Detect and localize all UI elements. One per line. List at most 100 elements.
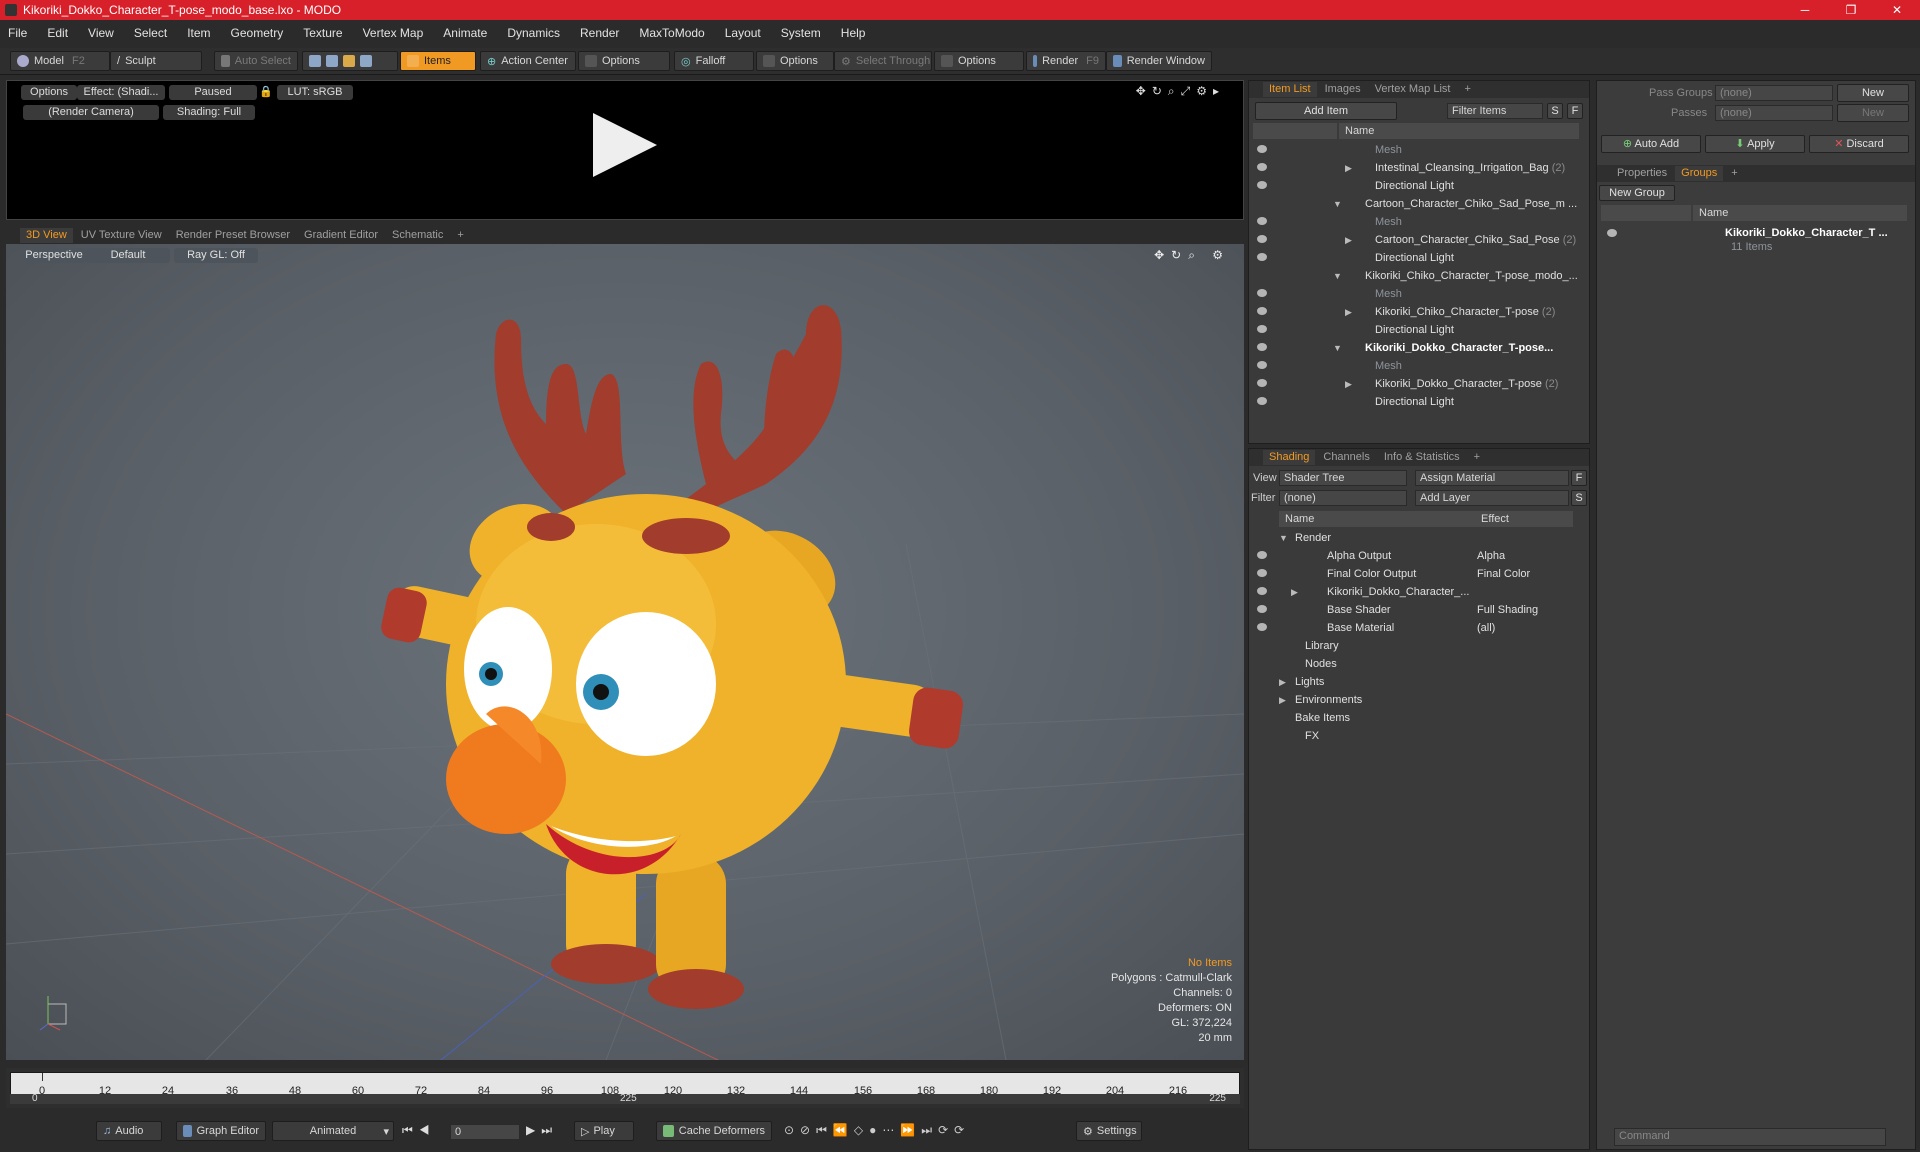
list-item[interactable]: Directional Light [1249,177,1589,195]
menu-render[interactable]: Render [580,26,619,40]
list-item-selected[interactable]: ▼ Kikoriki_Dokko_Character_T-pose... [1249,339,1589,357]
shader-effect-column-header[interactable]: Effect [1475,511,1573,527]
eye-icon[interactable] [1257,397,1267,405]
eye-icon[interactable] [1257,551,1267,559]
eye-icon[interactable] [1257,379,1267,387]
camera-dropdown[interactable]: (Render Camera) [23,105,159,120]
add-tab-button[interactable]: + [1725,166,1743,181]
render-window-button[interactable]: Render Window [1106,51,1212,71]
shader-item[interactable]: ▶ Lights [1249,673,1589,691]
list-item[interactable]: Mesh [1249,213,1589,231]
tab-properties[interactable]: Properties [1611,166,1673,181]
frame-step-buttons[interactable]: ⏮◀ [402,1123,436,1138]
list-item[interactable]: ▼ Kikoriki_Chiko_Character_T-pose_modo_..… [1249,267,1589,285]
apply-button[interactable]: ⬇ Apply [1705,135,1805,153]
tab-groups[interactable]: Groups [1675,166,1724,181]
animated-dropdown[interactable]: Animated ▾ [272,1121,394,1141]
tab-channels[interactable]: Channels [1317,450,1375,465]
viewport-nav-icons[interactable]: ✥↻⌕ ⚙ [1154,248,1230,263]
filter-items-input[interactable]: Filter Items [1447,103,1543,119]
auto-add-button[interactable]: ⊕ Auto Add [1601,135,1701,153]
list-item[interactable]: ▶ Kikoriki_Dokko_Character_T-pose (2) [1249,375,1589,393]
3d-viewport[interactable]: Perspective Default Ray GL: Off ✥↻⌕ ⚙ No… [6,244,1244,1060]
shader-name-column-header[interactable]: Name [1279,511,1475,527]
passes-dropdown[interactable]: (none) [1715,105,1833,121]
vertex-mode-icon[interactable] [309,55,321,67]
list-item[interactable]: Mesh [1249,357,1589,375]
effect-dropdown[interactable]: Effect: (Shadi... [77,85,165,100]
tab-info-statistics[interactable]: Info & Statistics [1378,450,1466,465]
toggle-f[interactable]: F [1571,470,1587,486]
menu-geometry[interactable]: Geometry [231,26,284,40]
tab-3d-view[interactable]: 3D View [20,227,73,243]
eye-icon[interactable] [1257,307,1267,315]
items-mode-button[interactable]: Items [400,51,476,71]
close-icon[interactable]: ✕ [1874,0,1920,20]
edge-mode-icon[interactable] [326,55,338,67]
command-input[interactable]: Command [1614,1128,1886,1146]
shading-dropdown[interactable]: Shading: Full [163,105,255,120]
filter-toggle-f[interactable]: F [1567,103,1583,119]
minimize-icon[interactable]: ─ [1782,0,1828,20]
auto-select-button[interactable]: Auto Select [214,51,298,71]
group-row[interactable]: Kikoriki_Dokko_Character_T ... 11 Items [1597,225,1915,261]
new-group-button[interactable]: New Group [1599,185,1675,201]
toggle-s[interactable]: S [1571,490,1587,506]
shader-item[interactable]: ▼ Render [1249,529,1589,547]
perspective-dropdown[interactable]: Perspective [22,248,86,263]
list-item[interactable]: Directional Light [1249,249,1589,267]
add-layer-dropdown[interactable]: Add Layer [1415,490,1569,506]
eye-icon[interactable] [1257,325,1267,333]
preview-options-button[interactable]: Options [21,85,77,100]
tab-shading[interactable]: Shading [1263,450,1316,465]
shader-item[interactable]: ▶ Kikoriki_Dokko_Character_... [1249,583,1589,601]
list-item[interactable]: ▶ Intestinal_Cleansing_Irrigation_Bag (2) [1249,159,1589,177]
action-center-button[interactable]: ⊕ Action Center [480,51,576,71]
audio-button[interactable]: ♫ Audio [96,1121,162,1141]
discard-button[interactable]: ✕ Discard [1809,135,1909,153]
play-button[interactable]: ▷ Play [574,1121,634,1141]
menu-system[interactable]: System [781,26,821,40]
settings-button[interactable]: ⚙ Settings [1076,1121,1142,1141]
eye-icon[interactable] [1257,163,1267,171]
shader-item[interactable]: Library [1249,637,1589,655]
new-pass-button[interactable]: New [1837,104,1909,122]
shader-item[interactable]: Base Shader Full Shading [1249,601,1589,619]
menu-layout[interactable]: Layout [725,26,761,40]
list-item[interactable]: Directional Light [1249,393,1589,411]
group-name-column-header[interactable]: Name [1693,205,1907,221]
list-item[interactable]: ▶ Kikoriki_Chiko_Character_T-pose (2) [1249,303,1589,321]
falloff-button[interactable]: ◎ Falloff [674,51,754,71]
action-center-options-button[interactable]: Options [578,51,670,71]
menu-texture[interactable]: Texture [303,26,342,40]
preview-nav-icons[interactable]: ✥↻⌕⤢⚙▸ [1136,84,1225,99]
shader-item[interactable]: Final Color Output Final Color [1249,565,1589,583]
menu-item[interactable]: Item [187,26,210,40]
select-through-options-button[interactable]: Options [934,51,1024,71]
filter-dropdown[interactable]: (none) [1279,490,1407,506]
cache-deformers-button[interactable]: Cache Deformers [656,1121,772,1141]
model-button[interactable]: Model F2 [10,51,110,71]
eye-icon[interactable] [1607,229,1617,237]
shader-item[interactable]: Base Material (all) [1249,619,1589,637]
tab-schematic[interactable]: Schematic [386,228,449,243]
eye-icon[interactable] [1257,587,1267,595]
tab-render-preset-browser[interactable]: Render Preset Browser [170,228,296,243]
tab-uv-texture-view[interactable]: UV Texture View [75,228,168,243]
play-render-icon[interactable] [593,113,657,177]
list-item[interactable]: ▼ Cartoon_Character_Chiko_Sad_Pose_m ... [1249,195,1589,213]
list-item[interactable]: Mesh [1249,285,1589,303]
eye-icon[interactable] [1257,605,1267,613]
menu-vertex-map[interactable]: Vertex Map [363,26,424,40]
item-name-column-header[interactable]: Name [1339,123,1579,139]
menu-view[interactable]: View [88,26,114,40]
paused-toggle[interactable]: Paused [169,85,257,100]
render-button[interactable]: Render F9 [1026,51,1106,71]
tab-images[interactable]: Images [1319,82,1367,97]
polygon-mode-icon[interactable] [343,55,355,67]
raygl-dropdown[interactable]: Ray GL: Off [174,248,258,263]
eye-icon[interactable] [1257,235,1267,243]
new-pass-group-button[interactable]: New [1837,84,1909,102]
assign-material-dropdown[interactable]: Assign Material [1415,470,1569,486]
menu-animate[interactable]: Animate [443,26,487,40]
